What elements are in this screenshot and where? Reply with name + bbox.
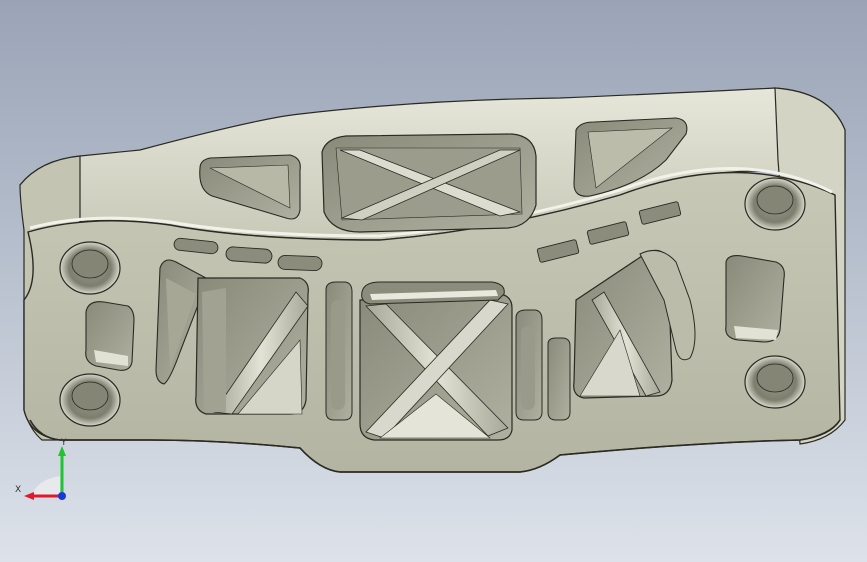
3d-viewport[interactable]: Y X	[0, 0, 867, 562]
small-slot-left-3	[277, 255, 323, 271]
triad-x-label: X	[15, 485, 21, 495]
coordinate-triad: Y X	[15, 438, 67, 500]
triad-shadow-icon	[32, 476, 60, 496]
part-model[interactable]	[0, 0, 867, 562]
small-slot-left-2	[225, 246, 273, 264]
triad-y-label: Y	[60, 438, 67, 448]
z-axis-icon	[58, 492, 66, 500]
front-slot-vertical-3	[547, 337, 571, 421]
